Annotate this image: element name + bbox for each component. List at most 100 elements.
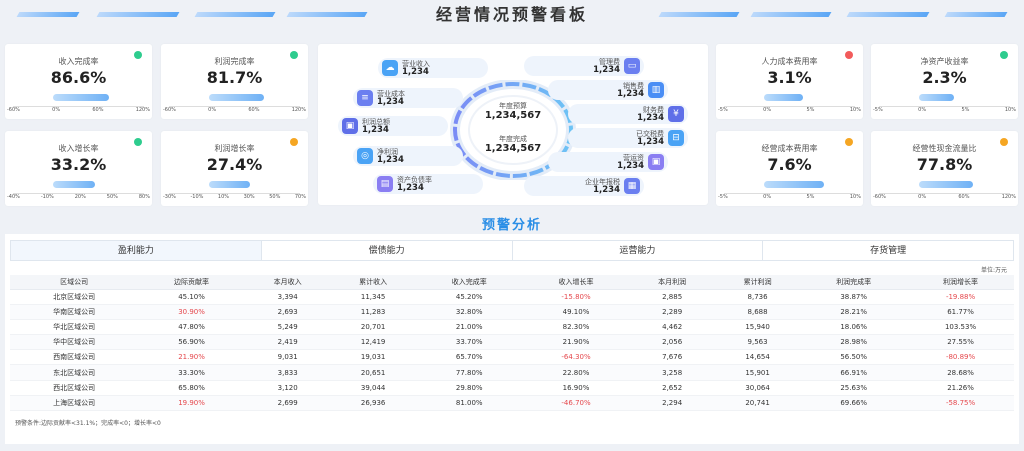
tick-label: 60% (958, 194, 970, 200)
tick-label: -60% (163, 107, 176, 113)
kpi-label: 经营成本费用率 (761, 144, 818, 153)
table-cell: 65.80% (138, 380, 245, 396)
stack-icon: ▤ (377, 176, 393, 192)
table-cell: 3,120 (244, 380, 331, 396)
column-header[interactable]: 本月收入 (244, 275, 331, 290)
kpi-value: 3.1% (767, 68, 812, 87)
metric-item[interactable]: ▤ 资产负债率 1,234 (373, 174, 483, 194)
alert-table: 区域公司 边际贡献率 本月收入 累计收入 收入完成率 收入增长率 本月利润 累计利润 利润完成率… (10, 275, 1014, 412)
metric-item[interactable]: ☁ 营业收入 1,234 (378, 58, 488, 78)
kpi-card: 利润完成率 81.7% -60% 0% 60% 120% (161, 44, 308, 119)
header-stripe (750, 12, 832, 17)
table-row[interactable]: 华北区域公司 47.80% 5,249 20,701 21.00% 82.30% 4,462… (10, 319, 1014, 336)
tick-label: 5% (961, 107, 970, 113)
tab-solvency[interactable]: 偿债能力 (260, 240, 512, 261)
metric-item[interactable]: ≡ 营业成本 1,234 (353, 88, 463, 108)
table-cell: -80.89% (907, 349, 1014, 366)
tick-label: 5% (806, 107, 815, 113)
table-cell: 27.55% (907, 334, 1014, 351)
tick-label: -10% (190, 194, 204, 200)
column-header[interactable]: 区域公司 (10, 275, 139, 290)
table-cell: 7,676 (629, 349, 715, 366)
table-cell: 45.20% (415, 289, 523, 305)
tick-label: -5% (718, 194, 728, 200)
metric-item[interactable]: 财务费 1,234 ¥ (568, 104, 688, 124)
table-cell: -58.75% (907, 395, 1014, 412)
table-cell: 21.90% (138, 349, 245, 366)
column-header[interactable]: 本月利润 (629, 275, 715, 290)
table-row[interactable]: 东北区域公司 33.30% 3,833 20,651 77.80% 22.80% 3,258… (10, 364, 1014, 381)
column-header[interactable]: 累计收入 (330, 275, 416, 290)
tick-label: 20% (74, 194, 86, 200)
column-header[interactable]: 累计利润 (714, 275, 801, 290)
column-header[interactable]: 收入完成率 (415, 275, 523, 290)
alert-analysis-panel: 盈利能力 偿债能力 运营能力 存货管理 单位:万元 区域公司 边际贡献率 本月收入累… (5, 234, 1019, 444)
tick-label: 10% (849, 194, 861, 200)
table-cell: 3,833 (244, 364, 331, 381)
table-row[interactable]: 华中区域公司 56.90% 2,419 12,419 33.70% 21.90% 2,056… (10, 334, 1014, 351)
tick-label: -5% (718, 107, 728, 113)
metric-item[interactable]: 营运资 1,234 ▣ (548, 152, 668, 172)
metric-item[interactable]: 销售费 1,234 ▥ (548, 80, 668, 100)
table-cell: 华中区域公司 (10, 334, 139, 351)
chart-icon: ▥ (648, 82, 664, 98)
table-cell: 29.80% (415, 380, 523, 396)
table-cell: 28.68% (907, 364, 1014, 381)
kpi-axis-ticks: -5% 0% 5% 10% (718, 107, 861, 115)
table-cell: -15.80% (522, 289, 630, 305)
kpi-card: 经营成本费用率 7.6% -5% 0% 5% 10% (716, 131, 863, 206)
table-row[interactable]: 西北区域公司 65.80% 3,120 39,044 29.80% 16.90% 2,652… (10, 380, 1014, 396)
table-cell: 11,283 (330, 304, 416, 320)
metric-item[interactable]: ◎ 净利润 1,234 (353, 146, 463, 166)
column-header[interactable]: 利润增长率 (907, 275, 1014, 290)
table-cell: 22.80% (522, 364, 630, 381)
table-cell: 8,688 (714, 304, 801, 320)
cloud-icon: ☁ (382, 60, 398, 76)
header-stripe (846, 12, 930, 17)
tab-profitability[interactable]: 盈利能力 (10, 240, 261, 261)
kpi-axis-ticks: -30% -10% 10% 30% 50% 70% (163, 194, 306, 202)
tick-label: 5% (806, 194, 815, 200)
table-cell: 19,031 (330, 349, 416, 366)
table-cell: 4,462 (629, 319, 715, 336)
tick-label: 10% (1004, 107, 1016, 113)
table-row[interactable]: 上海区域公司 19.90% 2,699 26,936 81.00% -46.70% 2,29… (10, 395, 1014, 412)
table-cell: 18.06% (800, 319, 908, 336)
tick-label: -30% (163, 194, 176, 200)
table-row[interactable]: 华南区域公司 30.90% 2,693 11,283 32.80% 49.10% 2,289… (10, 304, 1014, 320)
tick-label: 0% (52, 107, 61, 113)
table-cell: -46.70% (522, 395, 630, 412)
alert-condition: 预警条件:边际贡献率<31.1%；完成率<0；增长率<0 (15, 420, 161, 427)
metric-item[interactable]: ▣ 利润总额 1,234 (338, 116, 448, 136)
table-row[interactable]: 北京区域公司 45.10% 3,394 11,345 45.20% -15.80% 2,88… (10, 289, 1014, 305)
tab-operating[interactable]: 运营能力 (511, 240, 763, 261)
metric-item[interactable]: 管理费 1,234 ▭ (524, 56, 644, 76)
kpi-label: 人力成本费用率 (761, 57, 818, 66)
metric-item[interactable]: 已交税费 1,234 ⊟ (568, 128, 688, 148)
budget-value: 1,234,567 (484, 110, 542, 121)
header-stripe (944, 12, 1008, 17)
metric-item[interactable]: 企业年报税 1,234 ▦ (524, 176, 644, 196)
tick-label: -5% (873, 107, 883, 113)
tick-label: 80% (138, 194, 150, 200)
kpi-card: 利润增长率 27.4% -30% -10% 10% 30% 50% 70% (161, 131, 308, 206)
table-cell: 39,044 (330, 380, 416, 396)
table-row[interactable]: 西南区域公司 21.90% 9,031 19,031 65.70% -64.30% 7,67… (10, 349, 1014, 366)
table-cell: -19.88% (907, 289, 1014, 305)
column-header[interactable]: 收入增长率 (522, 275, 630, 290)
tick-label: 50% (269, 194, 281, 200)
kpi-label: 经营性现金流量比 (912, 144, 977, 153)
column-header[interactable]: 利润完成率 (800, 275, 908, 290)
kpi-value: 27.4% (206, 155, 263, 174)
kpi-progress-bar (919, 181, 973, 188)
table-cell: 15,940 (714, 319, 801, 336)
column-header[interactable]: 边际贡献率 (138, 275, 245, 290)
tab-inventory[interactable]: 存货管理 (762, 240, 1014, 261)
table-cell: 33.70% (415, 334, 523, 351)
table-cell: 东北区域公司 (10, 364, 139, 381)
tick-label: 60% (248, 107, 260, 113)
table-cell: 15,901 (714, 364, 801, 381)
table-cell: 19.90% (138, 395, 245, 412)
kpi-card: 人力成本费用率 3.1% -5% 0% 5% 10% (716, 44, 863, 119)
tab-bar: 盈利能力 偿债能力 运营能力 存货管理 (10, 240, 1014, 261)
